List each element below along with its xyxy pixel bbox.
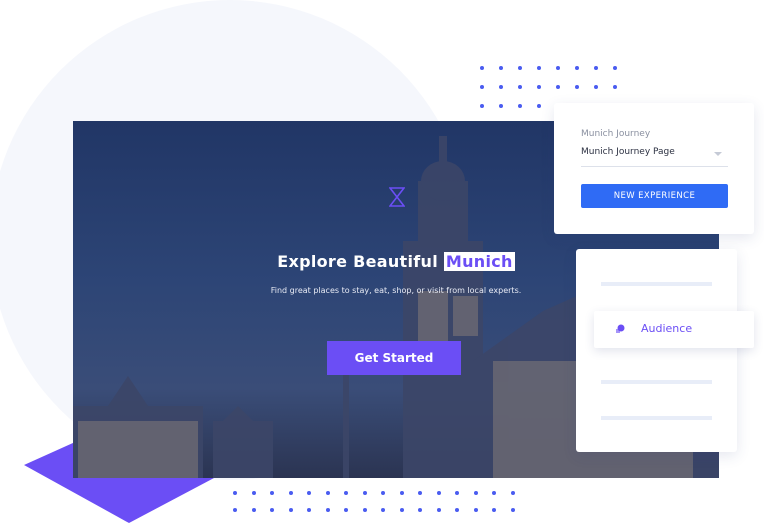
audience-label: Audience bbox=[641, 322, 693, 335]
get-started-button[interactable]: Get Started bbox=[327, 341, 461, 375]
dot bbox=[480, 104, 484, 108]
dot bbox=[518, 85, 522, 89]
dot-pattern-top bbox=[480, 66, 617, 108]
dot bbox=[510, 508, 515, 512]
dot bbox=[480, 85, 484, 89]
dot bbox=[455, 491, 459, 495]
dot bbox=[325, 508, 330, 512]
dot bbox=[418, 508, 422, 512]
hero-title-highlight: Munich bbox=[443, 252, 515, 271]
brand-logo-icon bbox=[389, 187, 405, 207]
dot bbox=[518, 104, 522, 108]
dot bbox=[556, 66, 560, 70]
dot bbox=[480, 66, 484, 70]
dot bbox=[499, 66, 503, 70]
dot bbox=[537, 66, 541, 70]
dot bbox=[251, 491, 256, 495]
dot bbox=[251, 508, 256, 512]
dot bbox=[556, 85, 560, 89]
dot bbox=[455, 508, 459, 512]
placeholder-line bbox=[601, 380, 712, 384]
audience-icon bbox=[616, 324, 625, 333]
dot bbox=[362, 508, 367, 512]
dot bbox=[233, 508, 237, 512]
journey-page-value: Munich Journey Page bbox=[581, 147, 675, 157]
chevron-down-icon bbox=[714, 152, 722, 156]
segments-card bbox=[576, 249, 737, 452]
dot bbox=[436, 508, 441, 512]
dot bbox=[594, 66, 598, 70]
dot bbox=[518, 66, 522, 70]
dot bbox=[473, 491, 478, 495]
journey-label: Munich Journey bbox=[581, 129, 651, 139]
dot bbox=[575, 66, 579, 70]
dot bbox=[233, 491, 237, 495]
dot bbox=[473, 508, 478, 512]
dot bbox=[344, 508, 348, 512]
dot bbox=[499, 104, 503, 108]
dot bbox=[613, 85, 617, 89]
dot bbox=[537, 104, 541, 108]
dot bbox=[418, 491, 422, 495]
dot bbox=[288, 508, 293, 512]
dot bbox=[492, 508, 496, 512]
placeholder-line bbox=[601, 416, 712, 420]
dot bbox=[307, 508, 311, 512]
dot bbox=[492, 491, 496, 495]
dot bbox=[362, 491, 367, 495]
hero-title-text: Explore Beautiful bbox=[277, 252, 439, 271]
dot bbox=[436, 491, 441, 495]
dot bbox=[288, 491, 293, 495]
new-experience-button[interactable]: NEW EXPERIENCE bbox=[581, 184, 728, 208]
dot bbox=[613, 66, 617, 70]
dot bbox=[499, 85, 503, 89]
dot bbox=[270, 508, 274, 512]
experience-card: Munich Journey Munich Journey Page NEW E… bbox=[554, 103, 754, 234]
dot bbox=[537, 85, 541, 89]
dot bbox=[325, 491, 330, 495]
dot bbox=[381, 491, 385, 495]
dot bbox=[594, 85, 598, 89]
dot bbox=[270, 491, 274, 495]
placeholder-line bbox=[601, 282, 712, 286]
dot bbox=[307, 491, 311, 495]
dot bbox=[575, 85, 579, 89]
dot bbox=[399, 508, 404, 512]
dot bbox=[381, 508, 385, 512]
dot bbox=[344, 491, 348, 495]
audience-item[interactable]: Audience bbox=[594, 311, 754, 348]
dot-pattern-bottom bbox=[233, 491, 515, 512]
dot bbox=[399, 491, 404, 495]
dot bbox=[510, 491, 515, 495]
journey-page-select[interactable]: Munich Journey Page bbox=[581, 147, 728, 167]
